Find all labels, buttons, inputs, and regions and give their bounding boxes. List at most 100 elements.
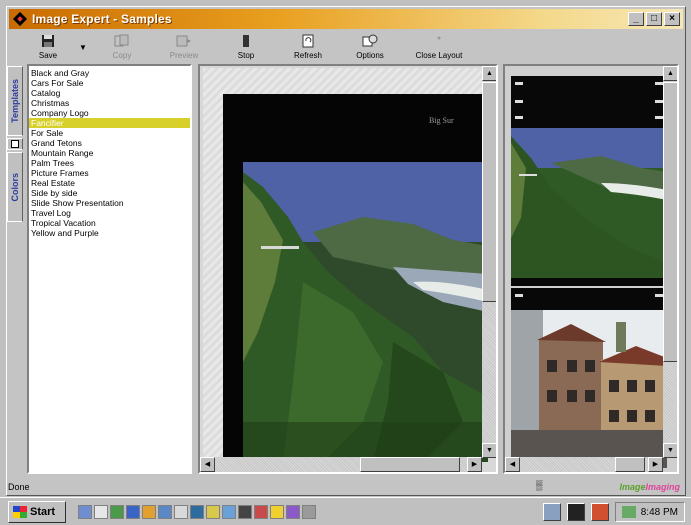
coast-thumbnail-photo[interactable] [511, 128, 667, 278]
system-tray: 8:48 PM [542, 501, 685, 523]
scroll-thumb[interactable] [615, 457, 645, 472]
image-expert-task-icon[interactable] [542, 503, 561, 521]
layout-preview-pane[interactable]: Big Sur ▲ ▼ ◀ ▶ [198, 64, 498, 474]
tab-templates[interactable]: Templates [7, 66, 23, 136]
close-layout-button[interactable]: Close Layout [401, 31, 477, 65]
app-icon[interactable] [94, 504, 108, 519]
options-label: Options [356, 51, 384, 60]
list-item[interactable]: Mountain Range [29, 148, 190, 158]
preview-horizontal-scrollbar[interactable]: ◀ ▶ [200, 457, 482, 472]
list-item[interactable]: Slide Show Presentation [29, 198, 190, 208]
title-bar[interactable]: Image Expert - Samples _ □ × [9, 9, 683, 29]
scroll-right-arrow[interactable]: ▶ [648, 457, 663, 472]
app-icon[interactable] [270, 504, 284, 519]
list-item-selected[interactable]: Fancifier [29, 118, 190, 128]
brand-logo-left: Image [619, 482, 646, 492]
templates-list[interactable]: Black and Gray Cars For Sale Catalog Chr… [27, 64, 192, 474]
preview-button[interactable]: Preview [153, 31, 215, 65]
refresh-icon [300, 33, 316, 49]
app-icon[interactable] [158, 504, 172, 519]
list-item[interactable]: Cars For Sale [29, 78, 190, 88]
film-perforation [515, 116, 523, 119]
quick-launch [78, 504, 316, 519]
list-item[interactable]: Catalog [29, 88, 190, 98]
list-item[interactable]: Travel Log [29, 208, 190, 218]
list-item[interactable]: Real Estate [29, 178, 190, 188]
stop-button[interactable]: Stop [215, 31, 277, 65]
tab-colors[interactable]: Colors [7, 152, 23, 222]
options-icon [362, 33, 378, 49]
copy-icon [114, 33, 130, 49]
thumbnail-pane[interactable]: ▲ ▼ ◀ ▶ [503, 64, 679, 474]
film-perforation [655, 116, 663, 119]
film-perforation [655, 100, 663, 103]
scroll-thumb[interactable] [482, 82, 496, 302]
list-item[interactable]: Black and Gray [29, 68, 190, 78]
clock[interactable]: 8:48 PM [641, 507, 678, 518]
thumbs-horizontal-scrollbar[interactable]: ◀ ▶ [505, 457, 663, 472]
list-item[interactable]: Side by side [29, 188, 190, 198]
app-icon[interactable] [238, 504, 252, 519]
tab-document-icon[interactable] [7, 138, 23, 150]
floppy-disk-icon [40, 33, 56, 49]
start-button[interactable]: Start [8, 500, 66, 523]
scroll-up-arrow[interactable]: ▲ [663, 66, 677, 81]
scroll-left-arrow[interactable]: ◀ [200, 457, 215, 472]
thumbs-vertical-scrollbar[interactable]: ▲ ▼ [663, 66, 677, 458]
preview-vertical-scrollbar[interactable]: ▲ ▼ [482, 66, 496, 458]
save-dropdown-arrow[interactable]: ▼ [79, 31, 91, 52]
app-icon[interactable] [142, 504, 156, 519]
tab-colors-label: Colors [10, 172, 20, 202]
window-title: Image Expert - Samples [32, 12, 172, 26]
film-perforation [515, 100, 523, 103]
scroll-up-arrow[interactable]: ▲ [482, 66, 496, 81]
app-icon[interactable] [302, 504, 316, 519]
app-icon[interactable] [110, 504, 124, 519]
app-icon[interactable] [190, 504, 204, 519]
coastline-photo[interactable] [243, 162, 488, 462]
maximize-button[interactable]: □ [646, 12, 662, 26]
list-item[interactable]: Yellow and Purple [29, 228, 190, 238]
copy-button[interactable]: Copy [91, 31, 153, 65]
list-item[interactable]: Tropical Vacation [29, 218, 190, 228]
list-item[interactable]: Palm Trees [29, 158, 190, 168]
filmstrip-frame-1[interactable] [511, 76, 667, 286]
stop-label: Stop [237, 51, 255, 60]
scroll-thumb[interactable] [360, 457, 460, 472]
list-item[interactable]: For Sale [29, 128, 190, 138]
minimize-button[interactable]: _ [628, 12, 644, 26]
app-task-icon[interactable] [590, 503, 609, 521]
app-icon[interactable] [254, 504, 268, 519]
scroll-left-arrow[interactable]: ◀ [505, 457, 520, 472]
scroll-right-arrow[interactable]: ▶ [467, 457, 482, 472]
app-logo-icon[interactable] [12, 11, 28, 27]
scroll-down-arrow[interactable]: ▼ [482, 443, 496, 458]
save-button[interactable]: Save [17, 31, 79, 65]
app-icon[interactable] [126, 504, 140, 519]
app-icon[interactable] [78, 504, 92, 519]
film-perforation [515, 82, 523, 85]
close-button[interactable]: × [664, 12, 680, 26]
refresh-button[interactable]: Refresh [277, 31, 339, 65]
app-icon[interactable] [222, 504, 236, 519]
app-icon[interactable] [174, 504, 188, 519]
app-task-icon[interactable] [566, 503, 585, 521]
preview-page: Big Sur [203, 68, 488, 462]
close-layout-label: Close Layout [415, 51, 463, 60]
scroll-down-arrow[interactable]: ▼ [663, 443, 677, 458]
copy-label: Copy [112, 51, 132, 60]
tray-network-icon[interactable] [621, 506, 636, 518]
list-item[interactable]: Company Logo [29, 108, 190, 118]
list-item[interactable]: Grand Tetons [29, 138, 190, 148]
list-item[interactable]: Christmas [29, 98, 190, 108]
app-icon[interactable] [206, 504, 220, 519]
list-item[interactable]: Picture Frames [29, 168, 190, 178]
document-icon [11, 140, 19, 148]
status-bar: Done ▒ ImageImaging [6, 479, 686, 495]
options-button[interactable]: Options [339, 31, 401, 65]
village-thumbnail-photo[interactable] [511, 310, 667, 468]
app-icon[interactable] [286, 504, 300, 519]
tray-clock-area: 8:48 PM [614, 502, 685, 522]
scroll-thumb[interactable] [663, 82, 677, 362]
filmstrip-frame-2[interactable] [511, 288, 667, 468]
